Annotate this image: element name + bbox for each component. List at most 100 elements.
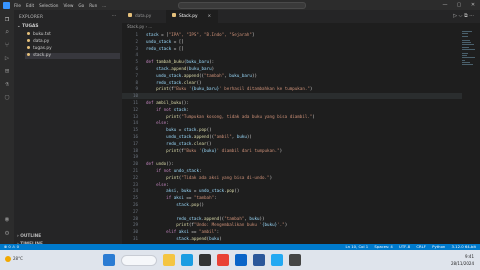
code-token: "ambil" xyxy=(214,134,232,139)
menu-view[interactable]: View xyxy=(63,3,73,8)
code-line[interactable]: 4 xyxy=(122,52,462,58)
editor-actions[interactable]: ▷ ⌵ ⧉ ··· xyxy=(453,10,474,23)
code-line[interactable]: 20 def undo(): xyxy=(122,161,462,167)
maximize-button[interactable]: ▢ xyxy=(452,0,466,10)
code-token: append xyxy=(183,72,199,78)
code-line[interactable]: 8 redo_stack.clear() xyxy=(122,80,462,86)
code-line[interactable]: 3 redo_stack = [] xyxy=(122,46,462,52)
terminal-icon[interactable] xyxy=(289,254,301,266)
code-line[interactable]: 2 undo_stack = [] xyxy=(122,39,462,45)
file-item[interactable]: tugas.py xyxy=(25,46,120,52)
store-icon[interactable] xyxy=(199,254,211,266)
menu-run[interactable]: Run xyxy=(89,3,97,8)
chrome-icon[interactable] xyxy=(217,254,229,266)
system-tray[interactable]: 9:41 28/11/2024 xyxy=(451,253,474,267)
close-window-button[interactable]: ✕ xyxy=(466,0,480,10)
edge-icon[interactable] xyxy=(181,254,193,266)
interpreter[interactable]: 3.12.0 64-bit xyxy=(452,244,476,249)
minimize-button[interactable]: — xyxy=(438,0,452,10)
search-icon[interactable]: ⌕ xyxy=(2,27,12,37)
vscode-icon[interactable] xyxy=(271,254,283,266)
code-token: ) xyxy=(309,86,313,92)
account-icon[interactable]: ◉ xyxy=(2,214,12,224)
settings-icon[interactable]: ⚙ xyxy=(2,228,12,238)
search-box[interactable] xyxy=(121,254,157,266)
remote-icon[interactable]: ▢ xyxy=(2,92,12,102)
code-token: )) xyxy=(251,72,257,78)
code-line[interactable]: 5 def tambah_buku(buku_baru): xyxy=(122,59,462,65)
extensions-icon[interactable]: ⊞ xyxy=(2,66,12,76)
code-line[interactable]: 22 print("Tidak ada aksi yang bisa di-un… xyxy=(122,175,462,181)
code-line[interactable]: 30 elif aksi == "ambil": xyxy=(122,229,462,235)
tab-stack-py[interactable]: Stack.py × xyxy=(166,10,218,23)
testing-icon[interactable]: ⚗ xyxy=(2,79,12,89)
code-token: buku_baru xyxy=(188,66,212,71)
breadcrumb[interactable]: Stack.py › ... xyxy=(127,23,152,30)
language-mode[interactable]: Python xyxy=(432,244,445,249)
files-icon[interactable]: ❐ xyxy=(2,14,12,24)
code-line[interactable]: 26 stack.pop() xyxy=(122,202,462,208)
code-line[interactable]: 25 if aksi == "tambah": xyxy=(122,195,462,201)
menu-edit[interactable]: Edit xyxy=(26,3,34,8)
minimap[interactable] xyxy=(462,30,476,90)
menu-go[interactable]: Go xyxy=(78,3,84,8)
code-text: redo_stack = [] xyxy=(146,46,184,52)
code-line[interactable]: 17 redo_stack.clear() xyxy=(122,141,462,147)
menu-more[interactable]: ... xyxy=(102,3,106,8)
code-token: ] xyxy=(251,32,255,37)
code-token: ) xyxy=(269,174,273,180)
code-token: = [ xyxy=(158,32,169,37)
code-line[interactable]: 24 aksi, buku = undo_stack.pop() xyxy=(122,188,462,194)
code-token: def xyxy=(146,100,157,105)
code-line[interactable]: 31 stack.append(buku) xyxy=(122,236,462,242)
code-line[interactable]: 28 redo_stack.append(("tambah", buku)) xyxy=(122,216,462,222)
code-line[interactable]: 19 xyxy=(122,154,462,160)
code-token: = xyxy=(191,188,199,194)
folder-tugas[interactable]: ⌄ TUGAS xyxy=(17,24,38,29)
code-line[interactable]: 18 print(f"Buku '{buku}' diambil dari tu… xyxy=(122,148,462,154)
word-icon[interactable] xyxy=(253,254,265,266)
code-line[interactable]: 23 else: xyxy=(122,182,462,188)
code-line[interactable]: 6 stack.append(buku_baru) xyxy=(122,66,462,72)
more-actions-icon[interactable]: ··· xyxy=(112,14,116,19)
code-line[interactable]: 7 undo_stack.append(("tambah", buku_baru… xyxy=(122,73,462,79)
command-center-search[interactable] xyxy=(178,1,306,9)
code-line[interactable]: 14 else: xyxy=(122,120,462,126)
file-explorer-icon[interactable] xyxy=(163,254,175,266)
run-debug-icon[interactable]: ▷ xyxy=(2,53,12,63)
code-line[interactable]: 9 print(f"Buku '{buku_baru}' berhasil di… xyxy=(122,86,462,92)
code-line[interactable]: 21 if not undo_stack: xyxy=(122,168,462,174)
indentation[interactable]: Spaces: 4 xyxy=(374,244,392,249)
line-number: 26 xyxy=(132,202,138,207)
code-editor[interactable]: 1 stack = ["IPA", "IPS", "B.Indo", "Sejar… xyxy=(122,30,480,244)
line-ending[interactable]: CRLF xyxy=(416,244,426,249)
encoding[interactable]: UTF-8 xyxy=(399,244,410,249)
code-line[interactable]: 12 if not stack: xyxy=(122,107,462,113)
code-line[interactable]: 27 xyxy=(122,209,462,215)
close-tab-icon[interactable]: × xyxy=(208,14,212,19)
code-line[interactable]: 13 print("Tumpukan kosong, tidak ada buk… xyxy=(122,114,462,120)
code-line[interactable]: 10 xyxy=(122,93,462,100)
file-item[interactable]: data.py xyxy=(25,39,120,45)
code-line[interactable]: 16 undo_stack.append(("ambil", buku)) xyxy=(122,134,462,140)
menu-file[interactable]: File xyxy=(14,3,21,8)
code-line[interactable]: 1 stack = ["IPA", "IPS", "B.Indo", "Sejar… xyxy=(122,32,462,38)
file-item-selected[interactable]: stack.py xyxy=(25,53,120,59)
code-line[interactable]: 29 print(f"Undo: Mengembalikan buku '{bu… xyxy=(122,222,462,228)
menu-selection[interactable]: Selection xyxy=(39,3,58,8)
code-line[interactable]: 15 buku = stack.pop() xyxy=(122,127,462,133)
code-line[interactable]: 11 def ambil_buku(): xyxy=(122,100,462,106)
cursor-position[interactable]: Ln 10, Col 1 xyxy=(346,244,369,249)
weather-widget[interactable]: 28°C xyxy=(5,256,29,264)
file-item[interactable]: buku.txt xyxy=(25,32,120,38)
start-icon[interactable] xyxy=(103,254,115,266)
outline-section[interactable]: › OUTLINE xyxy=(17,234,41,239)
code-text: if not stack: xyxy=(146,107,189,113)
python-file-icon xyxy=(27,39,30,42)
source-control-icon[interactable]: ⑂ xyxy=(2,40,12,50)
mail-icon[interactable] xyxy=(235,254,247,266)
code-token: undo_stack xyxy=(198,188,225,194)
tab-data-py[interactable]: data.py xyxy=(122,10,164,23)
